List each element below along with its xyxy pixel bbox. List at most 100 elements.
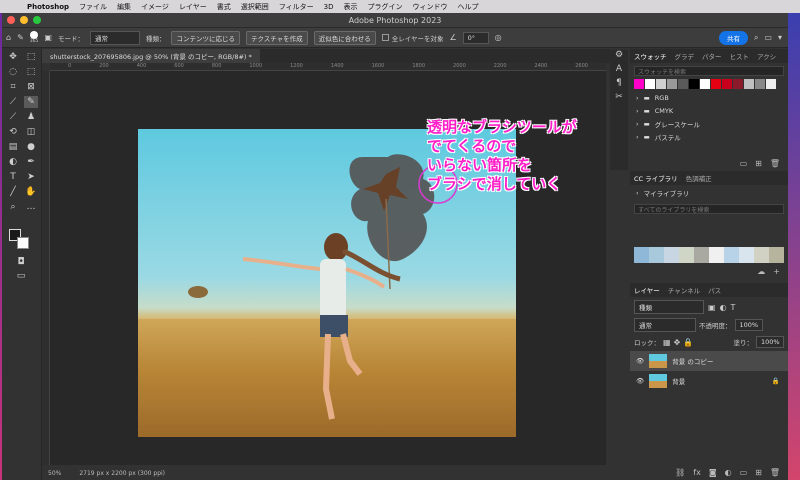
color-swatch[interactable] — [645, 79, 655, 89]
more-tools-icon[interactable]: … — [24, 201, 38, 213]
menu-type[interactable]: 書式 — [212, 2, 236, 12]
tab-channels[interactable]: チャンネル — [668, 285, 700, 295]
new-group-icon[interactable]: ▭ — [740, 468, 748, 477]
menu-edit[interactable]: 編集 — [112, 2, 136, 12]
visibility-eye-icon[interactable]: 👁 — [636, 357, 644, 365]
paragraph-icon[interactable]: ¶ — [610, 78, 628, 92]
opacity-field[interactable]: 100% — [734, 319, 763, 331]
swatch-folder[interactable]: › ▬ CMYK — [630, 104, 788, 117]
pen-tool-icon[interactable]: ✒ — [24, 156, 38, 168]
brush-tool-icon[interactable]: ⟋ — [6, 111, 20, 123]
document-tab[interactable]: shutterstock_207695806.jpg @ 50% (背景 のコピ… — [42, 49, 260, 63]
library-color-swatch[interactable] — [634, 247, 649, 263]
visibility-eye-icon[interactable]: 👁 — [636, 377, 644, 385]
menu-window[interactable]: ウィンドウ — [407, 2, 452, 12]
all-layers-checkbox[interactable] — [381, 34, 389, 41]
tab-patterns[interactable]: パター — [702, 51, 722, 61]
workspace-icon[interactable]: ▭ — [764, 33, 772, 42]
fill-field[interactable]: 100% — [756, 336, 784, 348]
angle-field[interactable]: 0° — [462, 31, 489, 44]
content-aware-button[interactable]: コンテンツに応じる — [171, 30, 240, 45]
menu-select[interactable]: 選択範囲 — [236, 2, 274, 12]
create-texture-button[interactable]: テクスチャを作成 — [245, 30, 308, 45]
filter-type-icon[interactable]: T — [731, 303, 736, 312]
history-brush-tool-icon[interactable]: ⟲ — [6, 126, 20, 138]
all-layers-option[interactable]: 全レイヤーを対象 — [381, 33, 444, 43]
link-layers-icon[interactable]: ⛓ — [675, 468, 685, 477]
layer-row[interactable]: 👁 背景 のコピー — [630, 351, 788, 371]
menu-filter[interactable]: フィルター — [274, 2, 319, 12]
color-swatch[interactable] — [722, 79, 732, 89]
menu-file[interactable]: ファイル — [74, 2, 112, 12]
library-color-swatch[interactable] — [724, 247, 739, 263]
color-swatch[interactable] — [755, 79, 765, 89]
swatch-folder[interactable]: › ▬ RGB — [630, 91, 788, 104]
new-layer-icon[interactable]: ⊞ — [755, 468, 762, 477]
cloud-icon[interactable]: ☁ — [757, 267, 765, 276]
tab-paths[interactable]: パス — [708, 285, 721, 295]
swatch-search-input[interactable]: スウォッチを検索 — [634, 66, 784, 76]
fx-icon[interactable]: fx — [693, 468, 701, 477]
library-search-input[interactable]: すべてのライブラリを検索 — [634, 204, 784, 214]
new-group-icon[interactable]: ▭ — [740, 159, 748, 168]
crop-tool-icon[interactable]: ⌗ — [6, 81, 20, 93]
library-color-swatch[interactable] — [694, 247, 709, 263]
menu-3d[interactable]: 3D — [319, 3, 339, 11]
library-color-swatch[interactable] — [709, 247, 724, 263]
blend-mode-select[interactable]: 通常 — [634, 318, 696, 332]
menu-plugins[interactable]: プラグイン — [362, 2, 407, 12]
blur-tool-icon[interactable]: ● — [24, 141, 38, 153]
tab-swatches[interactable]: スウォッチ — [634, 51, 667, 61]
tool-presets-icon[interactable]: ✂ — [610, 92, 628, 106]
library-select[interactable]: ‹ マイライブラリ — [630, 185, 788, 201]
library-color-swatch[interactable] — [769, 247, 784, 263]
color-swatch[interactable] — [678, 79, 688, 89]
zoom-tool-icon[interactable]: ⌕ — [6, 201, 20, 213]
properties-icon[interactable]: ⚙ — [610, 50, 628, 64]
background-color-swatch[interactable] — [17, 237, 29, 249]
color-swatch[interactable] — [766, 79, 776, 89]
color-swatch[interactable] — [733, 79, 743, 89]
color-swatch[interactable] — [689, 79, 699, 89]
frame-tool-icon[interactable]: ⊠ — [24, 81, 38, 93]
adjustment-layer-icon[interactable]: ◐ — [725, 468, 732, 477]
move-tool-icon[interactable]: ✥ — [6, 51, 20, 63]
brush-settings-icon[interactable]: ▣ — [44, 33, 52, 42]
filter-pixel-icon[interactable]: ▣ — [708, 303, 716, 312]
search-icon[interactable]: ⌕ — [754, 33, 758, 43]
tab-gradients[interactable]: グラデ — [675, 51, 695, 61]
add-icon[interactable]: + — [773, 267, 780, 276]
library-color-swatch[interactable] — [649, 247, 664, 263]
character-icon[interactable]: A — [610, 64, 628, 78]
tab-layers[interactable]: レイヤー — [634, 285, 660, 295]
line-tool-icon[interactable]: ╱ — [6, 186, 20, 198]
color-swatch[interactable] — [700, 79, 710, 89]
eyedropper-tool-icon[interactable]: ⟋ — [6, 96, 20, 108]
artboard-tool-icon[interactable]: ⬚ — [24, 51, 38, 63]
lock-position-icon[interactable]: ✥ — [674, 338, 681, 347]
proximity-match-button[interactable]: 近似色に合わせる — [313, 30, 376, 45]
mode-select[interactable]: 通常 — [89, 30, 140, 45]
eraser-tool-icon[interactable]: ◫ — [24, 126, 38, 138]
lock-pixels-icon[interactable]: ▦ — [663, 338, 671, 347]
eraser-tool-icon[interactable]: ✎ — [17, 33, 24, 42]
layer-row[interactable]: 👁 背景 🔒 — [630, 371, 788, 391]
color-swatch[interactable] — [634, 79, 644, 89]
menu-image[interactable]: イメージ — [136, 2, 174, 12]
new-swatch-icon[interactable]: ⊞ — [755, 159, 762, 168]
clone-stamp-tool-icon[interactable]: ♟ — [24, 111, 38, 123]
tab-cc-libraries[interactable]: CC ライブラリ — [634, 173, 678, 183]
zoom-level[interactable]: 50% — [48, 470, 61, 477]
quick-mask-icon[interactable]: ◘ — [14, 256, 28, 268]
pressure-size-icon[interactable]: ◎ — [495, 33, 502, 42]
tab-adjustments[interactable]: 色調補正 — [686, 173, 712, 183]
object-select-tool-icon[interactable]: ⬚ — [24, 66, 38, 78]
tab-histogram[interactable]: ヒスト — [730, 51, 750, 61]
lasso-tool-icon[interactable]: ◌ — [6, 66, 20, 78]
library-color-swatch[interactable] — [754, 247, 769, 263]
share-button[interactable]: 共有 — [718, 30, 748, 45]
menu-help[interactable]: ヘルプ — [452, 2, 483, 12]
library-color-swatch[interactable] — [664, 247, 679, 263]
add-mask-icon[interactable]: ◙ — [709, 468, 717, 477]
hand-tool-icon[interactable]: ✋ — [24, 186, 38, 198]
